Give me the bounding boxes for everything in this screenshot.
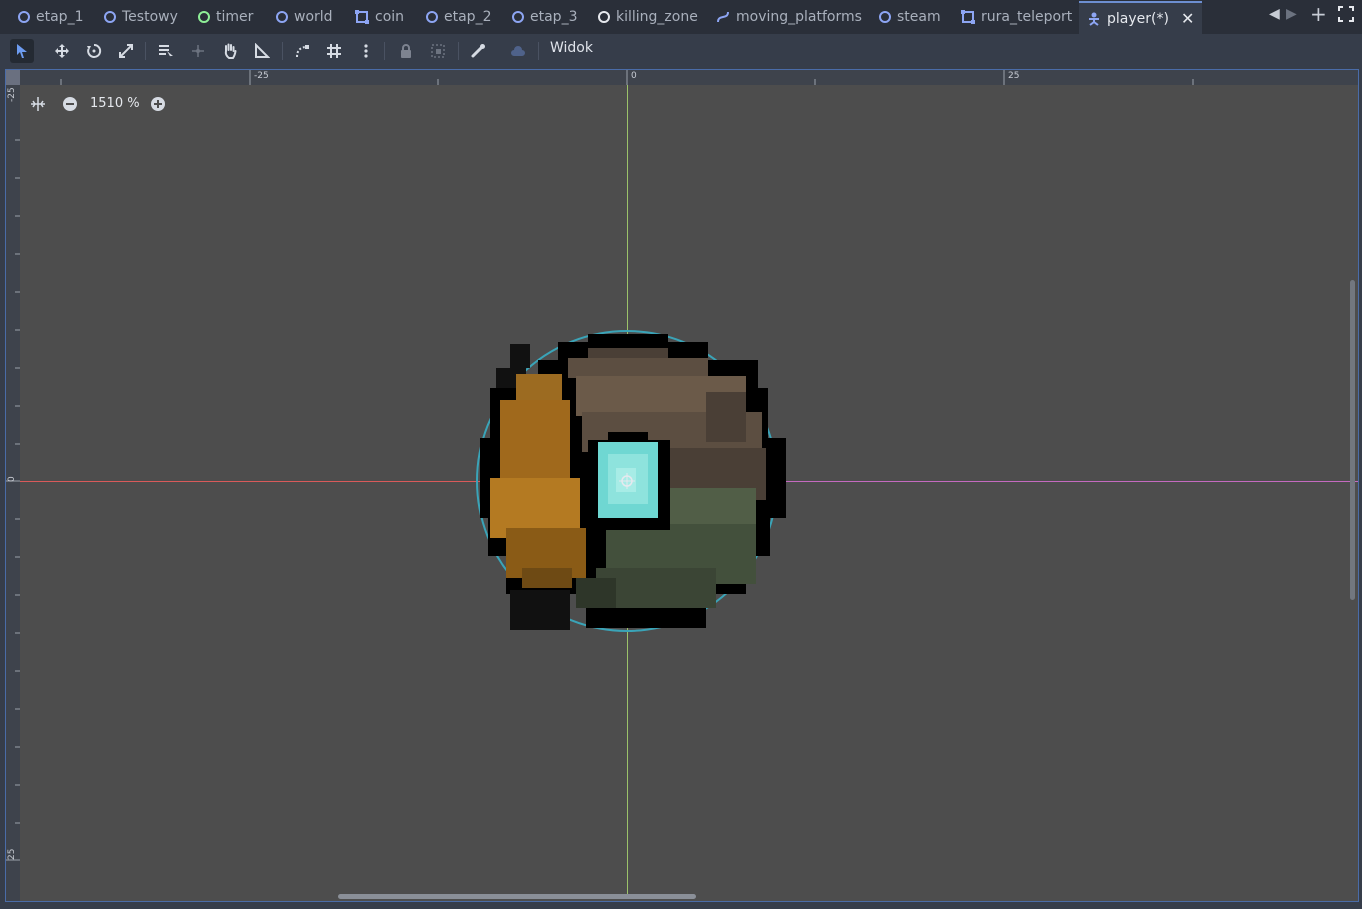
center-view-icon[interactable] bbox=[30, 96, 46, 116]
node-ring-icon bbox=[18, 11, 30, 23]
toolbar-divider bbox=[458, 42, 459, 60]
scene-tab-bar: etap_1 Testowy timer world coin etap_2 e… bbox=[0, 0, 1362, 34]
select-tool-icon[interactable] bbox=[10, 39, 34, 63]
ruler-tool-icon[interactable] bbox=[250, 39, 274, 63]
tab-rura-teleport[interactable]: rura_teleport bbox=[961, 3, 1072, 31]
view-menu-button[interactable]: Widok bbox=[542, 40, 601, 60]
list-select-icon[interactable] bbox=[154, 39, 178, 63]
tab-prev-icon[interactable]: ◀ bbox=[1269, 6, 1280, 22]
zoom-in-icon[interactable] bbox=[150, 96, 166, 116]
move-tool-icon[interactable] bbox=[50, 39, 74, 63]
tab-timer[interactable]: timer bbox=[198, 3, 253, 31]
pivot-icon[interactable] bbox=[186, 39, 210, 63]
tab-player[interactable]: player(*) ✕ bbox=[1079, 1, 1203, 34]
lock-icon[interactable] bbox=[394, 39, 418, 63]
ruler-label: -25 bbox=[254, 71, 269, 81]
path-icon bbox=[716, 10, 730, 24]
node-ring-icon bbox=[879, 11, 891, 23]
player-sprite[interactable] bbox=[476, 328, 788, 634]
tab-testowy[interactable]: Testowy bbox=[104, 3, 178, 31]
tab-etap-2[interactable]: etap_2 bbox=[426, 3, 491, 31]
ruler-corner bbox=[6, 70, 20, 85]
tab-coin[interactable]: coin bbox=[355, 3, 404, 31]
group-icon[interactable] bbox=[426, 39, 450, 63]
vertical-ruler: -25 0 25 bbox=[6, 70, 20, 901]
node-ring-icon bbox=[104, 11, 116, 23]
vertical-scrollbar[interactable] bbox=[1350, 280, 1355, 600]
distraction-free-icon[interactable] bbox=[1338, 6, 1354, 26]
zoom-level-label[interactable]: 1510 % bbox=[90, 96, 140, 111]
ruler-label: 25 bbox=[1008, 71, 1020, 81]
area2d-icon bbox=[961, 10, 975, 24]
area2d-icon bbox=[355, 10, 369, 24]
ruler-label: 0 bbox=[7, 476, 17, 482]
ruler-ticks bbox=[60, 70, 1194, 85]
tab-steam[interactable]: steam bbox=[879, 3, 941, 31]
smart-snap-icon[interactable] bbox=[290, 39, 314, 63]
add-scene-icon[interactable]: + bbox=[1310, 2, 1327, 26]
toolbar-divider bbox=[145, 42, 146, 60]
tab-etap-3[interactable]: etap_3 bbox=[512, 3, 577, 31]
node-ring-icon bbox=[426, 11, 438, 23]
ruler-label: 0 bbox=[631, 71, 637, 81]
more-options-icon[interactable] bbox=[354, 39, 378, 63]
close-tab-icon[interactable]: ✕ bbox=[1181, 9, 1194, 28]
horizontal-ruler: -25 0 25 bbox=[6, 70, 1358, 85]
toolbar-divider bbox=[282, 42, 283, 60]
canvas-toolbar bbox=[0, 34, 1362, 68]
node-ring-icon bbox=[512, 11, 524, 23]
tab-moving-platforms[interactable]: moving_platforms bbox=[716, 3, 862, 31]
toolbar-divider bbox=[538, 42, 539, 60]
ruler-label: -25 bbox=[7, 87, 17, 102]
scale-tool-icon[interactable] bbox=[114, 39, 138, 63]
node-ring-icon bbox=[276, 11, 288, 23]
node-ring-green-icon bbox=[198, 11, 210, 23]
grid-snap-icon[interactable] bbox=[322, 39, 346, 63]
tab-killing-zone[interactable]: killing_zone bbox=[598, 3, 698, 31]
tab-world[interactable]: world bbox=[276, 3, 333, 31]
cloud-icon[interactable] bbox=[506, 39, 530, 63]
tab-etap-1[interactable]: etap_1 bbox=[18, 3, 83, 31]
toolbar-divider bbox=[384, 42, 385, 60]
tab-next-icon[interactable]: ▶ bbox=[1286, 6, 1297, 22]
pan-tool-icon[interactable] bbox=[218, 39, 242, 63]
skeleton-icon[interactable] bbox=[466, 39, 490, 63]
zoom-out-icon[interactable] bbox=[62, 96, 78, 116]
ruler-ticks bbox=[6, 139, 20, 861]
node-ring-white-icon bbox=[598, 11, 610, 23]
character-icon bbox=[1087, 12, 1101, 26]
rotate-tool-icon[interactable] bbox=[82, 39, 106, 63]
horizontal-scrollbar[interactable] bbox=[338, 894, 696, 899]
ruler-label: 25 bbox=[7, 848, 17, 860]
